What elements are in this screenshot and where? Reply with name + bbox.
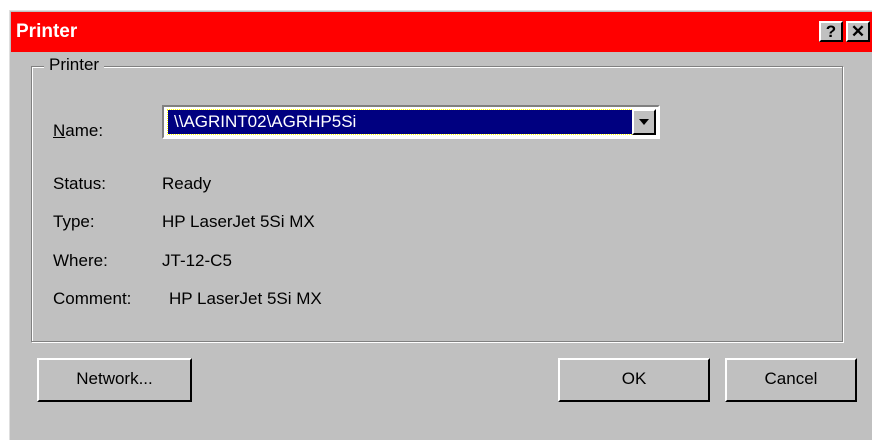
status-label: Status: [53, 174, 106, 193]
name-label: Name: [53, 121, 103, 141]
where-value: JT-12-C5 [162, 251, 232, 270]
cancel-button[interactable]: Cancel [725, 358, 857, 402]
help-icon: ? [825, 22, 837, 41]
name-label-rest: ame: [65, 121, 104, 140]
type-label: Type: [53, 212, 95, 231]
window-title: Printer [16, 21, 78, 42]
help-button[interactable]: ? [819, 21, 843, 42]
type-value: HP LaserJet 5Si MX [162, 212, 315, 231]
comment-label: Comment: [53, 289, 132, 308]
printer-name-value: \\AGRINT02\AGRHP5Si [174, 112, 357, 131]
where-label: Where: [53, 251, 108, 270]
selected-printer: \\AGRINT02\AGRHP5Si [167, 109, 636, 135]
network-button[interactable]: Network... [37, 358, 192, 402]
close-icon: ✕ [850, 22, 866, 41]
comment-value: HP LaserJet 5Si MX [169, 289, 322, 308]
name-label-mnemonic: N [53, 121, 66, 140]
status-value: Ready [162, 174, 212, 193]
dropdown-button[interactable] [632, 109, 656, 135]
chevron-down-icon [639, 119, 649, 125]
ok-button[interactable]: OK [558, 358, 710, 402]
title-bar[interactable]: Printer ? ✕ [11, 12, 872, 52]
close-button[interactable]: ✕ [846, 21, 870, 42]
printer-name-select[interactable]: \\AGRINT02\AGRHP5Si [162, 105, 660, 139]
group-label: Printer [44, 55, 105, 75]
